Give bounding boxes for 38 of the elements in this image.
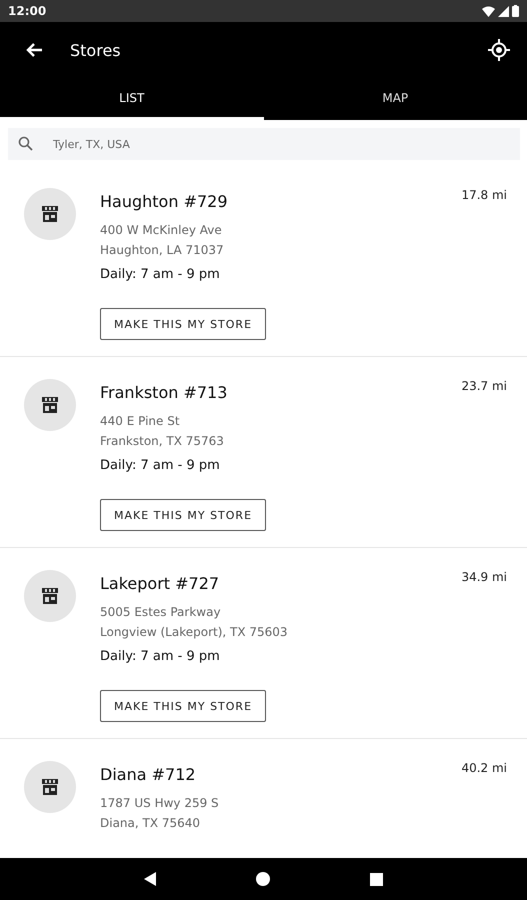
store-name: Haughton #729 — [100, 192, 228, 211]
store-city: Longview (Lakeport), TX 75603 — [100, 625, 288, 639]
back-arrow-icon — [25, 42, 43, 58]
recents-square-icon[interactable] — [370, 872, 383, 886]
home-circle-icon[interactable] — [256, 872, 270, 886]
store-distance: 34.9 mi — [461, 570, 507, 584]
battery-icon — [512, 5, 519, 17]
make-my-store-button[interactable]: MAKE THIS MY STORE — [100, 690, 266, 722]
store-address: 440 E Pine St — [100, 414, 180, 428]
wifi-icon — [482, 6, 495, 16]
search-field[interactable]: Tyler, TX, USA — [8, 128, 520, 160]
clock: 12:00 — [8, 4, 46, 18]
store-city: Haughton, LA 71037 — [100, 243, 224, 257]
storefront-icon — [41, 587, 59, 605]
store-address: 1787 US Hwy 259 S — [100, 796, 219, 810]
store-city: Frankston, TX 75763 — [100, 434, 224, 448]
screen-title: Stores — [70, 40, 122, 60]
store-city: Diana, TX 75640 — [100, 816, 200, 830]
store-distance: 17.8 mi — [461, 188, 507, 202]
my-location-button[interactable] — [487, 38, 511, 62]
storefront-icon — [41, 778, 59, 796]
store-name: Diana #712 — [100, 765, 196, 784]
crosshair-icon — [488, 39, 510, 61]
make-my-store-button[interactable]: MAKE THIS MY STORE — [100, 499, 266, 531]
back-triangle-icon[interactable] — [144, 872, 156, 886]
signal-icon — [498, 6, 509, 16]
store-address: 400 W McKinley Ave — [100, 223, 222, 237]
storefront-icon — [41, 205, 59, 223]
make-my-store-button[interactable]: MAKE THIS MY STORE — [100, 308, 266, 340]
store-distance: 23.7 mi — [461, 379, 507, 393]
store-name: Lakeport #727 — [100, 574, 220, 593]
store-name: Frankston #713 — [100, 383, 228, 402]
store-hours: Daily: 7 am - 9 pm — [100, 267, 220, 282]
store-hours: Daily: 7 am - 9 pm — [100, 649, 220, 664]
store-distance: 40.2 mi — [461, 761, 507, 775]
store-address: 5005 Estes Parkway — [100, 605, 221, 619]
store-hours: Daily: 7 am - 9 pm — [100, 458, 220, 473]
storefront-icon — [41, 396, 59, 414]
